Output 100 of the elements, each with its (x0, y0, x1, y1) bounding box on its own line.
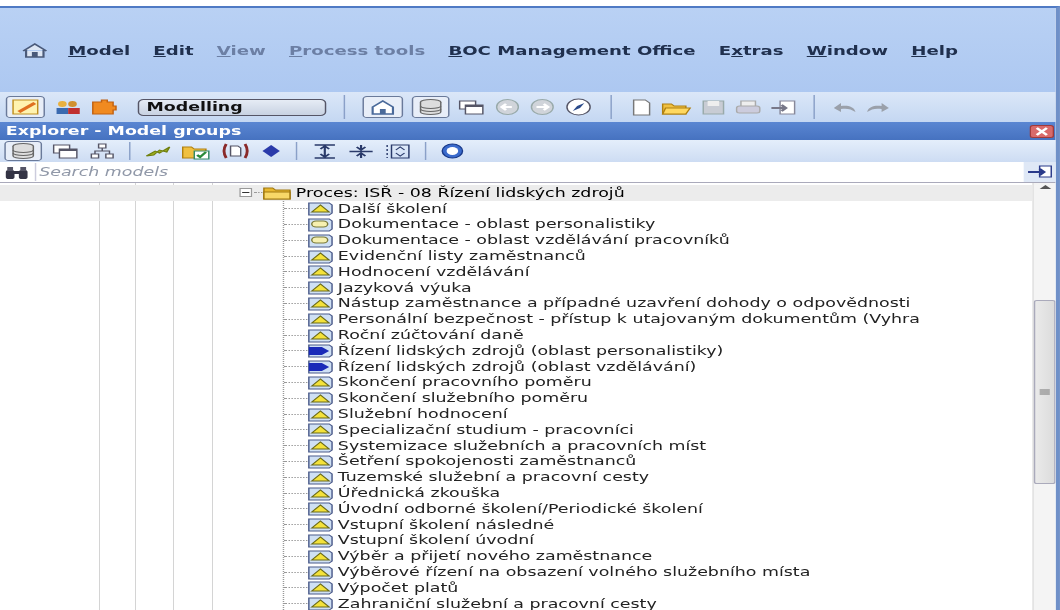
help-icon[interactable] (440, 143, 464, 159)
tree-item[interactable]: Skončení služebního poměru (284, 390, 1033, 407)
tree-item[interactable]: Výběrové řízení na obsazení volného služebního místa (284, 564, 1033, 580)
item-label: Roční zúčtování daně (336, 328, 525, 343)
process-model-icon (307, 437, 334, 455)
tree-item[interactable]: Jazyková výuka (284, 279, 1033, 296)
tree-item[interactable]: Výpočet platů (284, 579, 1033, 596)
tree-item[interactable]: Dokumentace - oblast personalistiky (284, 216, 1033, 233)
tree-item[interactable]: Hodnocení vzdělávání (284, 264, 1033, 280)
process-model-icon (307, 295, 334, 312)
expand-level-icon[interactable] (384, 142, 411, 160)
database-icon[interactable] (10, 142, 37, 160)
tree-item[interactable]: Skončení pracovního poměru (284, 374, 1033, 391)
tree-item[interactable]: Roční zúčtování daně (284, 327, 1033, 343)
collapse-icon[interactable] (239, 188, 253, 198)
item-label: Vstupní školení následné (336, 517, 556, 532)
tree-item[interactable]: Řízení lidských zdrojů (oblast personalistiky) (284, 342, 1033, 359)
tree-item[interactable]: Personální bezpečnost - přístup k utajovaným dokumentům (Vyhra (284, 311, 1033, 328)
mode-selector[interactable]: Modelling (137, 98, 327, 116)
hierarchy-icon[interactable] (89, 143, 115, 159)
tree-item[interactable]: Další školení (284, 200, 1033, 217)
compass-icon[interactable] (564, 98, 594, 116)
process-map-icon (307, 358, 334, 376)
item-label: Skončení služebního poměru (336, 391, 590, 406)
item-label: Evidenční listy zaměstnanců (336, 249, 587, 264)
process-model-icon (307, 468, 334, 486)
item-label: Zahraniční služební a pracovní cesty (336, 596, 658, 610)
item-label: Hodnocení vzdělávání (336, 264, 531, 279)
pencil-icon[interactable] (11, 98, 40, 116)
database-icon[interactable] (417, 98, 444, 116)
folder-icon (262, 184, 292, 202)
process-model-icon (307, 516, 334, 534)
process-model-icon (307, 200, 334, 218)
item-label: Další školení (336, 201, 448, 216)
menu-item[interactable]: Model (56, 42, 142, 58)
puzzle-icon[interactable] (89, 98, 118, 116)
menu-item[interactable]: BOC Management Office (436, 42, 708, 58)
tree-item[interactable]: Úvodní odborné školení/Periodické školení (284, 500, 1033, 517)
item-label: Proces: ISŘ - 08 Řízení lidských zdrojů (294, 185, 626, 200)
item-label: Specializační studium - pracovníci (336, 422, 635, 437)
process-model-icon (307, 484, 334, 502)
process-model-icon (307, 563, 334, 581)
document-model-icon (307, 216, 334, 233)
item-label: Služební hodnocení (336, 407, 509, 422)
go-button-icon[interactable] (1026, 164, 1053, 179)
tree-item[interactable]: Specializační studium - pracovníci (284, 421, 1033, 438)
bracket-document-icon[interactable] (220, 142, 251, 160)
document-model-icon (307, 231, 334, 249)
panel-title: Explorer - Model groups (5, 124, 242, 138)
item-label: Tuzemské služební a pracovní cesty (336, 470, 651, 485)
process-model-icon (307, 500, 334, 518)
item-label: Šetření spokojenosti zaměstnanců (336, 454, 638, 469)
menu-item[interactable]: Window (795, 42, 900, 58)
item-label: Vstupní školení úvodní (336, 533, 536, 548)
item-label: Úvodní odborné školení/Periodické školení (336, 501, 704, 516)
tree-item[interactable]: Šetření spokojenosti zaměstnanců (284, 453, 1033, 470)
process-model-icon (307, 326, 334, 344)
item-label: Nástup zaměstnance a případné uzavření dohody o odpovědnosti (336, 296, 912, 311)
item-label: Řízení lidských zdrojů (oblast personalistiky) (336, 343, 725, 358)
grip-icon (1038, 389, 1052, 395)
tree-item[interactable]: Výběr a přijetí nového zaměstnance (284, 548, 1033, 565)
item-label: Personální bezpečnost - přístup k utajovaným dokumentům (Vyhra (336, 312, 921, 327)
item-label: Řízení lidských zdrojů (oblast vzdělávání) (336, 359, 698, 374)
tree-item[interactable]: Úřednická zkouška (284, 485, 1033, 501)
process-model-icon (307, 389, 334, 407)
collapse-all-icon[interactable] (348, 142, 375, 160)
process-model-icon (307, 421, 334, 439)
tree-item[interactable]: Vstupní školení následné (284, 516, 1033, 533)
tree-item[interactable]: Dokumentace - oblast vzdělávání pracovníků (284, 232, 1033, 249)
process-model-icon (307, 247, 334, 265)
menu-item[interactable]: Edit (141, 42, 206, 58)
process-model-icon (307, 263, 334, 281)
diamond-icon[interactable] (261, 143, 282, 159)
item-label: Dokumentace - oblast personalistiky (336, 217, 657, 232)
tree-item[interactable]: Tuzemské služební a pracovní cesty (284, 469, 1033, 486)
binoculars-icon[interactable] (4, 164, 29, 180)
close-icon[interactable] (1029, 124, 1055, 138)
tree-item[interactable]: Evidenční listy zaměstnanců (284, 248, 1033, 264)
item-label: Skončení pracovního poměru (336, 375, 593, 390)
tree-item[interactable]: Služební hodnocení (284, 406, 1033, 422)
tree-item[interactable]: Řízení lidských zdrojů (oblast vzdělávání) (284, 358, 1033, 375)
tree-item[interactable]: Nástup zaměstnance a případné uzavření dohody o odpovědnosti (284, 295, 1033, 312)
tree-item[interactable]: Vstupní školení úvodní (284, 532, 1033, 549)
windows-icon[interactable] (458, 98, 486, 116)
item-label: Jazyková výuka (336, 280, 473, 295)
export-icon[interactable] (769, 98, 797, 116)
tree-item[interactable]: Systemizace služebních a pracovních míst (284, 437, 1033, 454)
process-map-icon (307, 342, 334, 360)
item-label: Systemizace služebních a pracovních míst (336, 438, 708, 453)
tree-item[interactable]: Zahraniční služební a pracovní cesty (284, 595, 1033, 610)
menu-item[interactable]: Extras (707, 42, 796, 58)
home-icon[interactable] (20, 41, 50, 59)
tree-item[interactable]: Proces: ISŘ - 08 Řízení lidských zdrojů (0, 185, 1033, 201)
windows-icon[interactable] (52, 142, 80, 160)
scrollbar-thumb[interactable] (1033, 300, 1056, 484)
menu-item[interactable]: Help (899, 42, 970, 58)
process-model-icon (307, 373, 334, 391)
item-label: Úřednická zkouška (336, 486, 502, 501)
item-label: Dokumentace - oblast vzdělávání pracovníků (336, 233, 731, 248)
process-model-icon (307, 579, 334, 597)
